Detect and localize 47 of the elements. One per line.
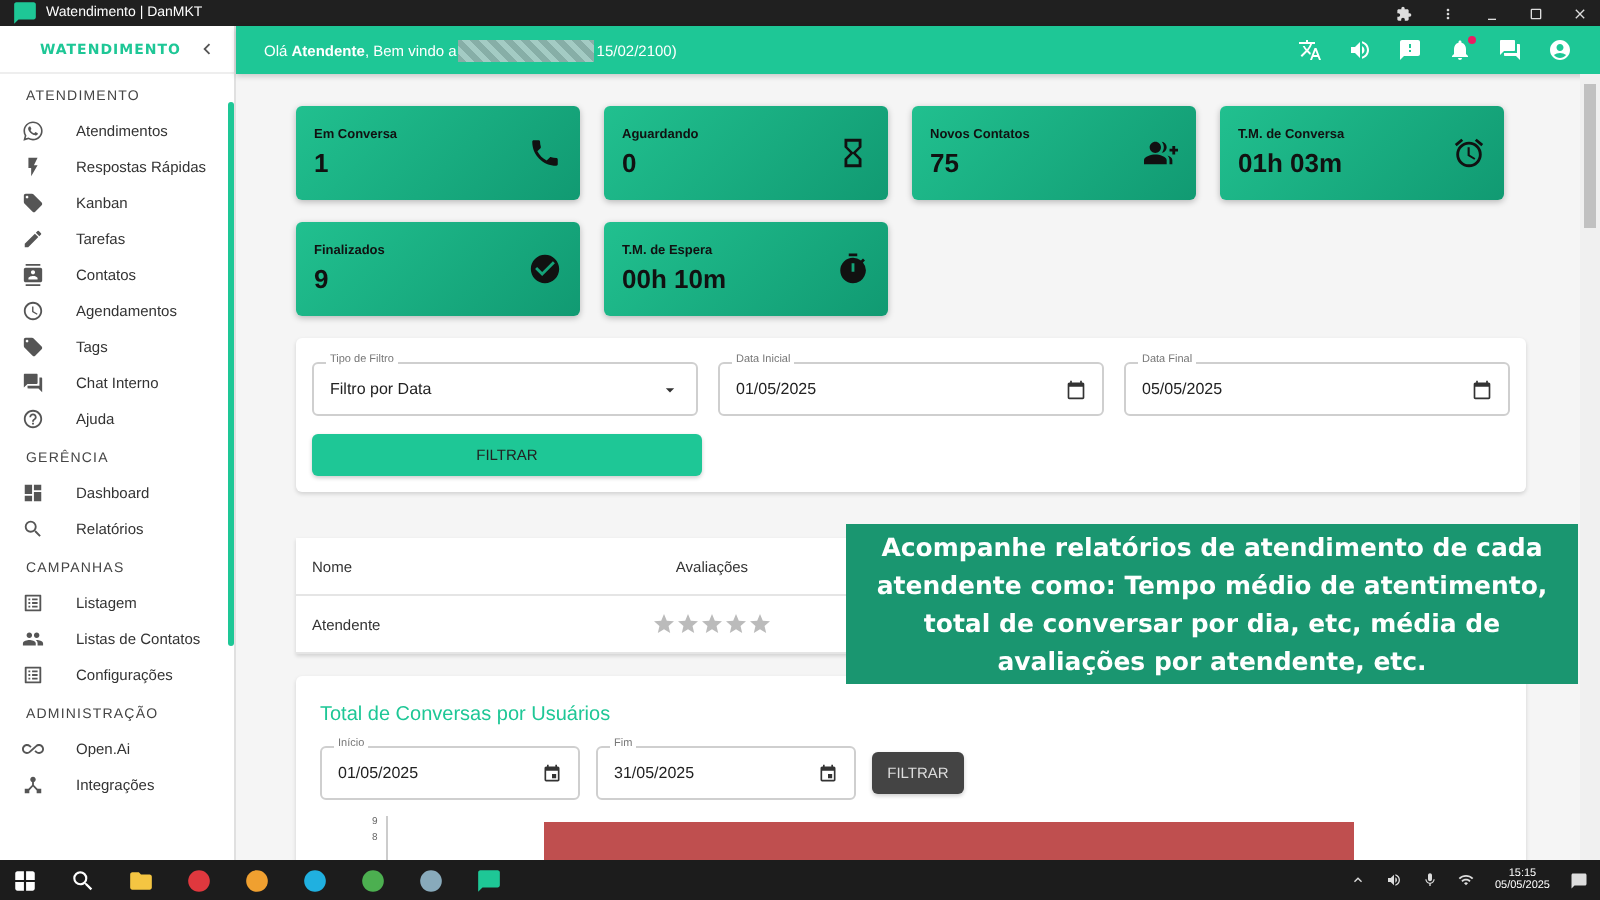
chart-title: Total de Conversas por Usuários [320, 704, 611, 726]
alarm-clock-icon [1452, 136, 1486, 170]
card-value: 01h 03m [1238, 148, 1345, 178]
search-icon [22, 517, 44, 539]
whatsapp-icon [22, 119, 44, 141]
clock-icon [22, 299, 44, 321]
card-value: 75 [930, 148, 961, 178]
calendar-icon [1472, 379, 1492, 399]
folder-icon[interactable] [128, 867, 154, 893]
calendar-icon [818, 763, 838, 783]
close-icon[interactable] [1572, 5, 1588, 21]
card-value: 9 [314, 264, 331, 294]
caption-text: Acompanhe relatórios de atendimento de cada atendente como: Tempo médio de atentimento, total de conversar por dia, etc, média de avaliações por atendente, etc. [846, 524, 1578, 684]
tag-icon [22, 191, 44, 213]
microphone-icon[interactable] [1422, 872, 1439, 888]
phone-icon [528, 136, 562, 170]
chevron-up-icon[interactable] [1350, 872, 1367, 888]
dashboard-icon [22, 481, 44, 503]
list-icon [22, 591, 44, 613]
help-icon [22, 407, 44, 429]
card-value: 00h 10m [622, 264, 727, 294]
network-icon[interactable] [1458, 872, 1475, 888]
contact-card-icon [22, 263, 44, 285]
search-icon[interactable] [70, 867, 96, 893]
app-logo-icon [12, 0, 38, 26]
scrollbar-thumb[interactable] [228, 102, 234, 646]
list-icon [22, 663, 44, 685]
restore-icon[interactable] [1528, 5, 1544, 21]
hub-icon [22, 773, 44, 795]
stopwatch-icon [836, 252, 870, 286]
extension-icon[interactable] [1396, 5, 1412, 21]
tag-icon [22, 335, 44, 357]
volume-icon[interactable] [1386, 872, 1403, 888]
pencil-icon [22, 227, 44, 249]
add-people-icon [1144, 136, 1178, 170]
notification-icon[interactable] [1448, 38, 1472, 62]
card-value: 0 [622, 148, 639, 178]
app-logo-icon[interactable] [476, 867, 502, 893]
scrollbar-thumb[interactable] [1584, 84, 1596, 228]
start-icon[interactable] [12, 867, 38, 893]
blurred-region [458, 39, 595, 61]
notification-center-icon[interactable] [1570, 871, 1588, 889]
people-icon [22, 627, 44, 649]
card-value: 1 [314, 148, 331, 178]
chat-icon [22, 371, 44, 393]
calendar-icon [1066, 379, 1086, 399]
calendar-icon [542, 763, 562, 783]
